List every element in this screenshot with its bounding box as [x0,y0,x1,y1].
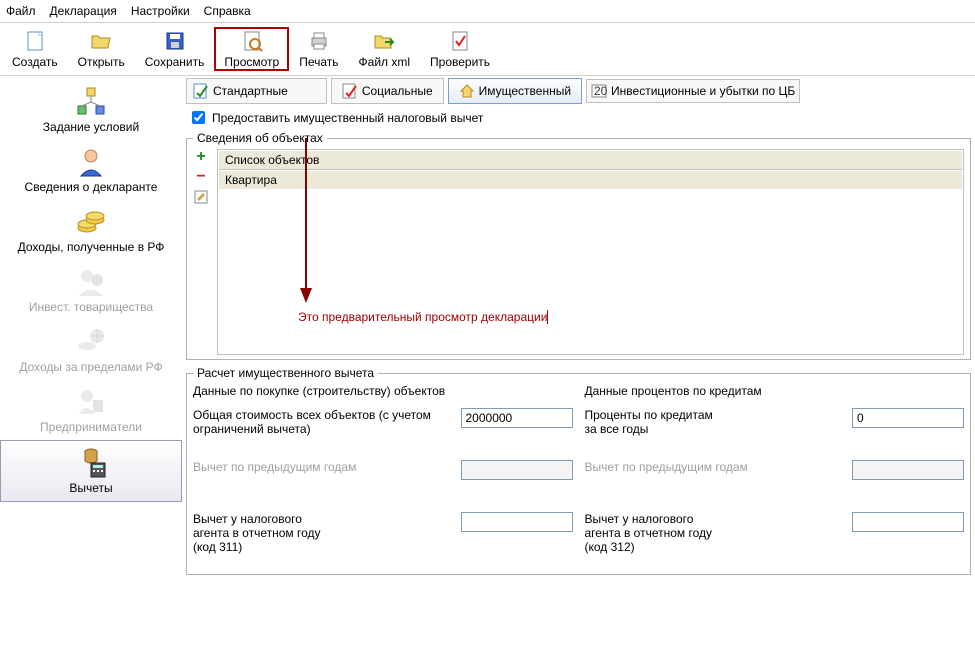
check-label: Проверить [430,55,490,69]
sidebar-item-income-abroad: Доходы за пределами РФ [0,320,182,380]
tab-social[interactable]: Социальные [331,78,444,104]
provide-deduction-row: Предоставить имущественный налоговый выч… [188,108,971,127]
calendar-icon: 20.. [591,83,607,99]
invest-icon [75,266,107,298]
xml-export-icon [372,29,396,53]
objects-list[interactable]: Список объектов Квартира Это предварител… [217,149,964,355]
tab-property[interactable]: Имущественный [448,78,582,104]
sidebar-income-rf-label: Доходы, полученные в РФ [18,240,165,254]
save-button[interactable]: Сохранить [135,27,215,71]
deductions-icon [75,447,107,479]
total-cost-input[interactable] [461,408,573,428]
sidebar-item-declarant[interactable]: Сведения о декларанте [0,140,182,200]
tab-invest-label: Инвестиционные и убытки по ЦБ [611,84,795,98]
sidebar-item-conditions[interactable]: Задание условий [0,80,182,140]
check-icon [448,29,472,53]
main-panel: Стандартные Социальные Имущественный 20.… [182,76,975,644]
sidebar-invest-label: Инвест. товарищества [29,300,153,314]
sidebar: Задание условий Сведения о декларанте До… [0,76,182,644]
conditions-icon [75,86,107,118]
svg-text:20..: 20.. [594,84,607,98]
print-button[interactable]: Печать [289,27,348,71]
objlist-tools: + − [193,149,213,355]
house-icon [459,83,475,99]
agent-left-input[interactable] [461,512,573,532]
provide-deduction-label: Предоставить имущественный налоговый выч… [212,111,483,125]
credit-interest-label: Проценты по кредитам за все годы [585,408,853,436]
preview-button[interactable]: Просмотр [214,27,289,71]
preview-icon [240,29,264,53]
objects-legend: Сведения об объектах [193,131,327,145]
objects-list-row[interactable]: Квартира [219,171,962,189]
provide-deduction-checkbox[interactable] [192,111,205,124]
prev-deduction-left-label: Вычет по предыдущим годам [193,460,461,474]
new-file-icon [23,29,47,53]
folder-open-icon [89,29,113,53]
preview-label: Просмотр [224,55,279,69]
sidebar-income-abroad-label: Доходы за пределами РФ [19,360,162,374]
menu-help[interactable]: Справка [204,4,251,18]
social-icon [342,83,358,99]
entrepreneur-icon [75,386,107,418]
tab-standard[interactable]: Стандартные [186,78,327,104]
add-object-button[interactable]: + [193,149,209,165]
objects-fieldset: Сведения об объектах + − Список объектов… [186,131,971,360]
menubar: Файл Декларация Настройки Справка [0,0,975,23]
create-label: Создать [12,55,58,69]
xml-label: Файл xml [359,55,411,69]
calc-right-title: Данные процентов по кредитам [585,384,965,398]
menu-file[interactable]: Файл [6,4,36,18]
sidebar-entrepreneurs-label: Предприниматели [40,420,142,434]
calc-right-column: Данные процентов по кредитам Проценты по… [585,384,965,570]
sidebar-declarant-label: Сведения о декларанте [25,180,158,194]
tabbar: Стандартные Социальные Имущественный 20.… [186,78,971,104]
tab-property-label: Имущественный [479,84,571,98]
prev-deduction-left-input [461,460,573,480]
tab-social-label: Социальные [362,84,433,98]
menu-declaration[interactable]: Декларация [50,4,117,18]
sidebar-deductions-label: Вычеты [69,481,112,495]
sidebar-item-deductions[interactable]: Вычеты [0,440,182,502]
save-label: Сохранить [145,55,205,69]
calc-left-column: Данные по покупке (строительству) объект… [193,384,573,570]
remove-object-button[interactable]: − [193,169,209,185]
prev-deduction-right-input [852,460,964,480]
floppy-icon [163,29,187,53]
edit-object-button[interactable] [193,189,209,205]
print-label: Печать [299,55,338,69]
tab-invest[interactable]: 20.. Инвестиционные и убытки по ЦБ [586,79,800,103]
sidebar-item-entrepreneurs: Предприниматели [0,380,182,440]
agent-right-label: Вычет у налогового агента в отчетном год… [585,512,853,554]
agent-right-input[interactable] [852,512,964,532]
abroad-icon [75,326,107,358]
coins-icon [75,206,107,238]
toolbar: Создать Открыть Сохранить Просмотр Печат… [0,23,975,76]
open-button[interactable]: Открыть [68,27,135,71]
sidebar-item-income-rf[interactable]: Доходы, полученные в РФ [0,200,182,260]
annotation-overlay: Это предварительный просмотр декларации [298,308,552,325]
tab-standard-label: Стандартные [213,84,288,98]
person-icon [75,146,107,178]
standard-icon [193,83,209,99]
check-button[interactable]: Проверить [420,27,500,71]
open-label: Открыть [78,55,125,69]
sidebar-item-invest: Инвест. товарищества [0,260,182,320]
agent-left-label: Вычет у налогового агента в отчетном год… [193,512,461,554]
sidebar-conditions-label: Задание условий [43,120,139,134]
objects-list-header: Список объектов [219,151,962,170]
total-cost-label: Общая стоимость всех объектов (с учетом … [193,408,461,436]
credit-interest-input[interactable] [852,408,964,428]
create-button[interactable]: Создать [2,27,68,71]
menu-settings[interactable]: Настройки [131,4,190,18]
calc-fieldset: Расчет имущественного вычета Данные по п… [186,366,971,575]
prev-deduction-right-label: Вычет по предыдущим годам [585,460,853,474]
printer-icon [307,29,331,53]
calc-left-title: Данные по покупке (строительству) объект… [193,384,573,398]
calc-legend: Расчет имущественного вычета [193,366,378,380]
annotation-text: Это предварительный просмотр декларации [298,310,547,324]
xml-button[interactable]: Файл xml [349,27,421,71]
